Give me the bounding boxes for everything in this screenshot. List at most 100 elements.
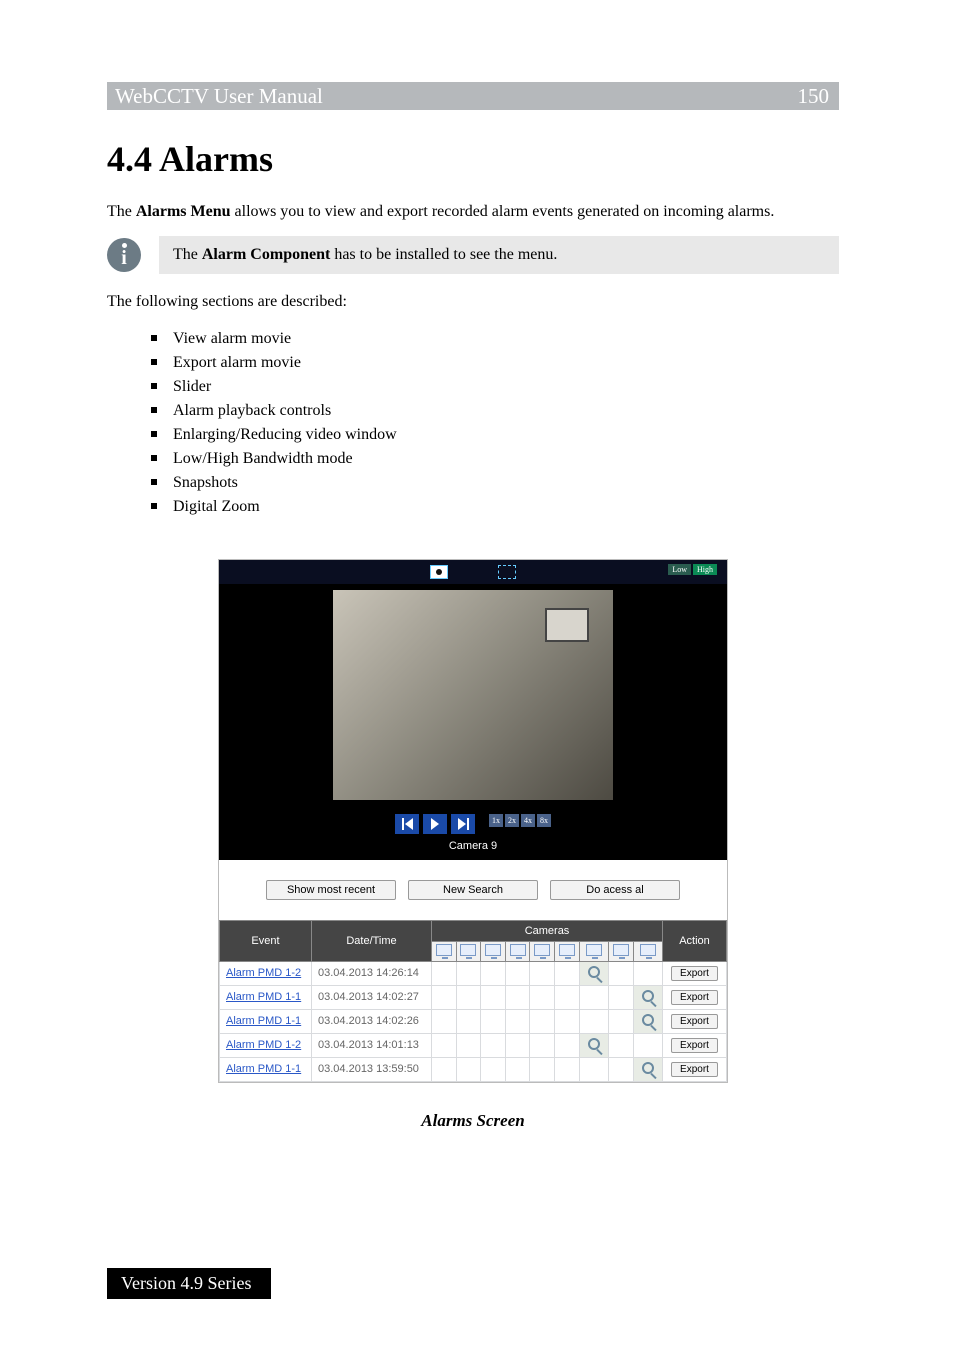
export-button[interactable]: Export: [671, 1038, 718, 1053]
camera-cell[interactable]: [579, 985, 608, 1009]
camera-cell[interactable]: [633, 985, 662, 1009]
bullet-item: Alarm playback controls: [151, 399, 839, 423]
camera-cell[interactable]: [555, 1033, 580, 1057]
play-button[interactable]: [423, 814, 447, 834]
table-row: Alarm PMD 1-103.04.2013 13:59:50Export: [220, 1057, 727, 1081]
camera-cell[interactable]: [505, 1057, 530, 1081]
export-button[interactable]: Export: [671, 1014, 718, 1029]
monitor-icon: [559, 944, 575, 956]
step-forward-button[interactable]: [451, 814, 475, 834]
camera-cell[interactable]: [608, 1009, 633, 1033]
camera-cell[interactable]: [633, 1033, 662, 1057]
video-frame[interactable]: [333, 590, 613, 800]
bullet-item: View alarm movie: [151, 327, 839, 351]
camera-cell[interactable]: [633, 961, 662, 985]
do-access-all-button[interactable]: Do acess al: [550, 880, 680, 900]
camera-cell[interactable]: [432, 985, 457, 1009]
export-button[interactable]: Export: [671, 990, 718, 1005]
event-cell[interactable]: Alarm PMD 1-1: [220, 1009, 312, 1033]
camera-cell[interactable]: [555, 1009, 580, 1033]
camera-cell[interactable]: [555, 961, 580, 985]
camera-cell[interactable]: [481, 1057, 506, 1081]
event-cell[interactable]: Alarm PMD 1-1: [220, 985, 312, 1009]
fullscreen-icon[interactable]: [498, 565, 516, 579]
camera-col-header[interactable]: [555, 941, 580, 961]
camera-cell[interactable]: [633, 1009, 662, 1033]
camera-col-header[interactable]: [456, 941, 481, 961]
camera-cell[interactable]: [530, 1033, 555, 1057]
bandwidth-toggle[interactable]: Low High: [668, 564, 717, 575]
camera-cell[interactable]: [579, 1009, 608, 1033]
camera-col-header[interactable]: [608, 941, 633, 961]
camera-cell[interactable]: [505, 1033, 530, 1057]
camera-cell[interactable]: [481, 961, 506, 985]
camera-col-header[interactable]: [579, 941, 608, 961]
camera-cell[interactable]: [579, 1033, 608, 1057]
camera-cell[interactable]: [456, 1057, 481, 1081]
alarms-table-head: Event Date/Time Cameras Action: [220, 920, 727, 961]
camera-cell[interactable]: [481, 1033, 506, 1057]
camera-cell[interactable]: [633, 1057, 662, 1081]
camera-col-header[interactable]: [633, 941, 662, 961]
event-cell[interactable]: Alarm PMD 1-2: [220, 961, 312, 985]
action-cell: Export: [663, 1009, 727, 1033]
event-cell[interactable]: Alarm PMD 1-1: [220, 1057, 312, 1081]
export-button[interactable]: Export: [671, 1062, 718, 1077]
speed-option[interactable]: 2x: [505, 814, 519, 827]
camera-col-header[interactable]: [505, 941, 530, 961]
speed-option[interactable]: 4x: [521, 814, 535, 827]
camera-cell[interactable]: [432, 1033, 457, 1057]
camera-col-header[interactable]: [481, 941, 506, 961]
step-back-button[interactable]: [395, 814, 419, 834]
camera-col-header[interactable]: [530, 941, 555, 961]
monitor-icon: [613, 944, 629, 956]
speed-option[interactable]: 8x: [537, 814, 551, 827]
snapshot-icon[interactable]: [430, 565, 448, 579]
speed-option[interactable]: 1x: [489, 814, 503, 827]
camera-cell[interactable]: [481, 985, 506, 1009]
action-cell: Export: [663, 985, 727, 1009]
intro-text-c: allows you to view and export recorded a…: [231, 203, 775, 220]
speed-selector[interactable]: 1x2x4x8x: [489, 814, 551, 827]
camera-cell[interactable]: [481, 1009, 506, 1033]
figure-caption: Alarms Screen: [107, 1111, 839, 1131]
camera-cell[interactable]: [505, 961, 530, 985]
sections-described-line: The following sections are described:: [107, 292, 839, 312]
camera-cell[interactable]: [505, 985, 530, 1009]
camera-cell[interactable]: [432, 961, 457, 985]
col-cameras: Cameras: [432, 920, 663, 941]
camera-cell[interactable]: [456, 1033, 481, 1057]
camera-cell[interactable]: [579, 961, 608, 985]
camera-cell[interactable]: [456, 1009, 481, 1033]
callout-bold: Alarm Component: [202, 246, 330, 263]
camera-cell[interactable]: [608, 961, 633, 985]
col-event: Event: [220, 920, 312, 961]
camera-cell[interactable]: [579, 1057, 608, 1081]
camera-cell[interactable]: [530, 961, 555, 985]
camera-cell[interactable]: [530, 1009, 555, 1033]
camera-cell[interactable]: [608, 985, 633, 1009]
camera-col-header[interactable]: [432, 941, 457, 961]
bw-low[interactable]: Low: [668, 564, 691, 575]
camera-cell[interactable]: [608, 1033, 633, 1057]
camera-cell[interactable]: [555, 985, 580, 1009]
camera-cell[interactable]: [530, 985, 555, 1009]
export-button[interactable]: Export: [671, 966, 718, 981]
event-cell[interactable]: Alarm PMD 1-2: [220, 1033, 312, 1057]
magnify-icon: [588, 966, 600, 978]
datetime-cell: 03.04.2013 14:26:14: [312, 961, 432, 985]
camera-cell[interactable]: [432, 1009, 457, 1033]
camera-cell[interactable]: [456, 961, 481, 985]
alarms-screenshot: Low High 1x2x4x8x Camera 9 Show most rec…: [218, 559, 728, 1083]
camera-cell[interactable]: [456, 985, 481, 1009]
camera-cell[interactable]: [505, 1009, 530, 1033]
camera-cell[interactable]: [608, 1057, 633, 1081]
new-search-button[interactable]: New Search: [408, 880, 538, 900]
playback-controls-row: 1x2x4x8x: [395, 808, 551, 834]
camera-cell[interactable]: [555, 1057, 580, 1081]
show-most-recent-button[interactable]: Show most recent: [266, 880, 396, 900]
camera-cell[interactable]: [530, 1057, 555, 1081]
monitor-icon: [534, 944, 550, 956]
bw-high[interactable]: High: [693, 564, 717, 575]
camera-cell[interactable]: [432, 1057, 457, 1081]
